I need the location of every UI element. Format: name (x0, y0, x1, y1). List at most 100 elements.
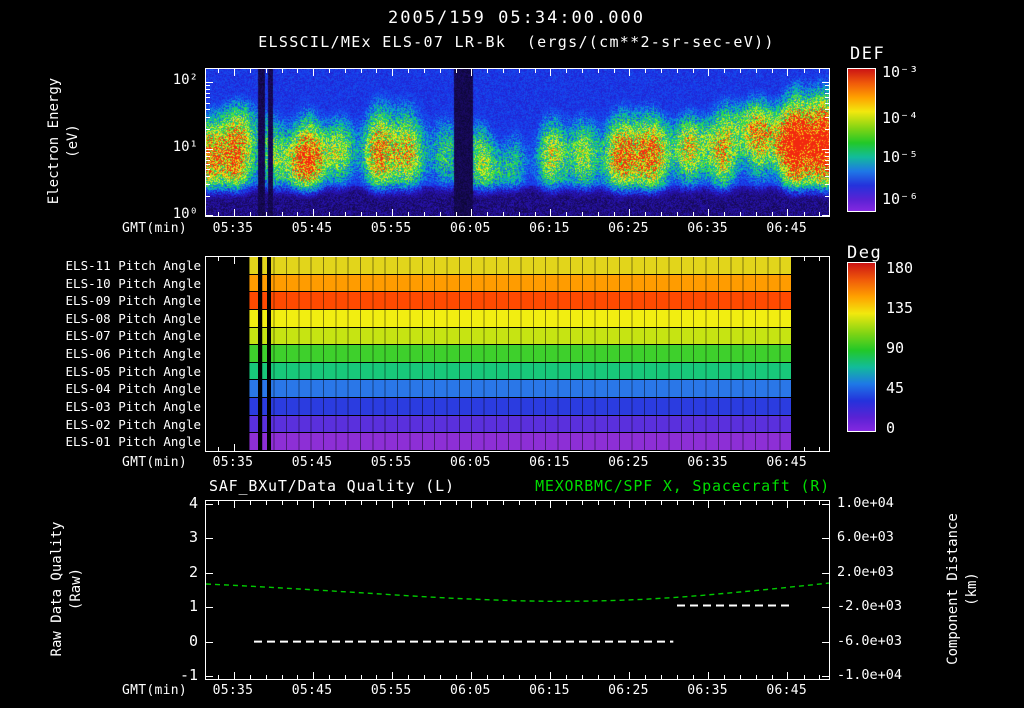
x-minor-tick-mark (439, 212, 441, 216)
y-minor-tick-mark (206, 92, 210, 94)
x-tick-mark (708, 69, 710, 76)
x-tick-label: 06:05 (449, 455, 491, 470)
y-tick-mark (206, 214, 213, 216)
flux-colorbar-title: DEF (850, 44, 886, 64)
x-tick-mark (391, 69, 393, 76)
x-minor-tick-mark (344, 212, 346, 216)
x-tick-label: 06:25 (608, 221, 649, 236)
x-minor-tick-mark (297, 69, 299, 73)
x-minor-tick-mark (597, 212, 599, 216)
pitch-row-label: ELS-06 Pitch Angle (65, 346, 201, 361)
y-tick-mark (822, 82, 829, 84)
x-minor-tick-mark (218, 447, 220, 451)
els-quicklook-page: 2005/159 05:34:00.000 ELSSCIL/MEx ELS-07… (0, 0, 1024, 708)
x-tick-mark (629, 209, 630, 216)
distance-tick-label: -1.0e+04 (837, 667, 903, 683)
pitch-row-label: ELS-02 Pitch Angle (65, 416, 201, 432)
quality-tick-label: 3 (188, 528, 198, 547)
energy-axis-title-line: (eV) (65, 124, 81, 158)
pitch-row-label: ELS-09 Pitch Angle (65, 293, 201, 309)
y-minor-tick-mark (206, 88, 210, 90)
pitch-angle-panel (205, 256, 830, 452)
x-minor-tick-mark (502, 69, 504, 73)
distance-series-title: MEXORBMC/SPF X, Spacecraft (R) (535, 477, 830, 495)
distance-tick-label: -2.0e+03 (837, 598, 903, 615)
x-tick-mark (233, 69, 235, 76)
spectrogram-x-axis: GMT(min) 05:35 05:45 05:55 06:05 06:15 06:25 06… (122, 221, 828, 239)
distance-axis-title-line: (km) (964, 572, 980, 606)
x-minor-tick-mark (803, 212, 805, 216)
y-minor-tick-mark (206, 97, 210, 99)
y-minor-tick-mark (206, 85, 210, 87)
y-minor-tick-mark (206, 109, 210, 110)
y-minor-tick-mark (825, 164, 829, 165)
x-minor-tick-mark (249, 212, 251, 216)
deg-colorbar-labels: 180 135 90 45 0 (886, 259, 946, 437)
x-minor-tick-mark (724, 212, 726, 216)
x-minor-tick-mark (597, 69, 599, 73)
y-minor-tick-mark (206, 175, 210, 177)
x-minor-tick-mark (819, 447, 821, 451)
x-minor-tick-mark (677, 69, 678, 73)
x-tick-mark (312, 69, 314, 76)
x-tick-label: 05:55 (370, 683, 412, 698)
pitch-dropout-bar (267, 257, 271, 451)
y-tick-mark (206, 82, 213, 84)
distance-tick-label: 6.0e+03 (837, 529, 894, 546)
x-minor-tick-mark (518, 69, 520, 73)
x-minor-tick-mark (328, 69, 330, 73)
y-minor-tick-mark (825, 88, 829, 90)
x-minor-tick-mark (360, 212, 362, 216)
y-minor-tick-mark (206, 169, 210, 171)
pitch-row-label: ELS-01 Pitch Angle (65, 434, 201, 450)
y-minor-tick-mark (206, 117, 210, 119)
colorbar-tick-label: 180 (886, 259, 914, 277)
x-minor-tick-mark (218, 69, 220, 73)
distance-axis-title: Component Distance (km) (944, 489, 982, 689)
quality-tick-labels: 4 3 2 1 0 -1 (168, 494, 198, 684)
y-minor-tick-mark (825, 109, 829, 110)
x-minor-tick-mark (756, 212, 758, 216)
pitch-row-label: ELS-08 Pitch Angle (65, 310, 201, 326)
x-minor-tick-mark (819, 257, 821, 261)
x-minor-tick-mark (328, 212, 330, 216)
x-tick-mark (470, 209, 472, 216)
x-tick-label: 06:05 (449, 221, 491, 236)
x-tick-mark (549, 69, 551, 76)
x-tick-label: 06:15 (529, 683, 570, 698)
x-minor-tick-mark (645, 212, 647, 216)
y-tick-mark (822, 149, 829, 151)
x-minor-tick-mark (613, 212, 615, 216)
x-minor-tick-mark (281, 212, 283, 216)
y-minor-tick-mark (206, 152, 210, 154)
distance-tick-labels: 1.0e+04 6.0e+03 2.0e+03 -2.0e+03 -6.0e+03 -1.… (837, 495, 922, 683)
y-minor-tick-mark (206, 159, 210, 161)
x-tick-label: 05:45 (291, 683, 333, 698)
y-tick-label: 10¹ (172, 139, 198, 156)
colorbar-tick-label: 0 (886, 419, 896, 437)
x-minor-tick-mark (344, 69, 346, 73)
energy-axis-title-line: Electron Energy (46, 77, 62, 205)
spectrogram-heatmap (206, 69, 829, 216)
deg-colorbar-title: Deg (847, 243, 883, 263)
y-tick-mark (822, 214, 829, 216)
x-minor-tick-mark (803, 69, 805, 73)
quality-tick-label: 4 (188, 494, 198, 512)
x-minor-tick-mark (534, 212, 536, 216)
colorbar-tick-label: 90 (886, 339, 905, 357)
y-minor-tick-mark (825, 155, 829, 157)
plot-title: ELSSCIL/MEx ELS-07 LR-Bk (ergs/(cm**2-sr… (258, 33, 775, 51)
x-tick-label: 05:35 (212, 221, 254, 236)
x-minor-tick-mark (360, 69, 362, 73)
pitch-row-label: ELS-07 Pitch Angle (65, 328, 201, 344)
x-tick-label: 06:25 (608, 455, 649, 470)
x-tick-mark (549, 209, 551, 216)
x-minor-tick-mark (297, 212, 299, 216)
pitch-row-label: ELS-10 Pitch Angle (65, 275, 201, 291)
x-tick-label: 06:05 (449, 683, 491, 698)
x-minor-tick-mark (740, 69, 742, 73)
energy-axis-title: Electron Energy (eV) (45, 41, 83, 241)
x-minor-tick-mark (677, 212, 678, 216)
colorbar-tick-label: 10⁻⁶ (882, 189, 919, 208)
y-minor-tick-mark (825, 102, 829, 104)
